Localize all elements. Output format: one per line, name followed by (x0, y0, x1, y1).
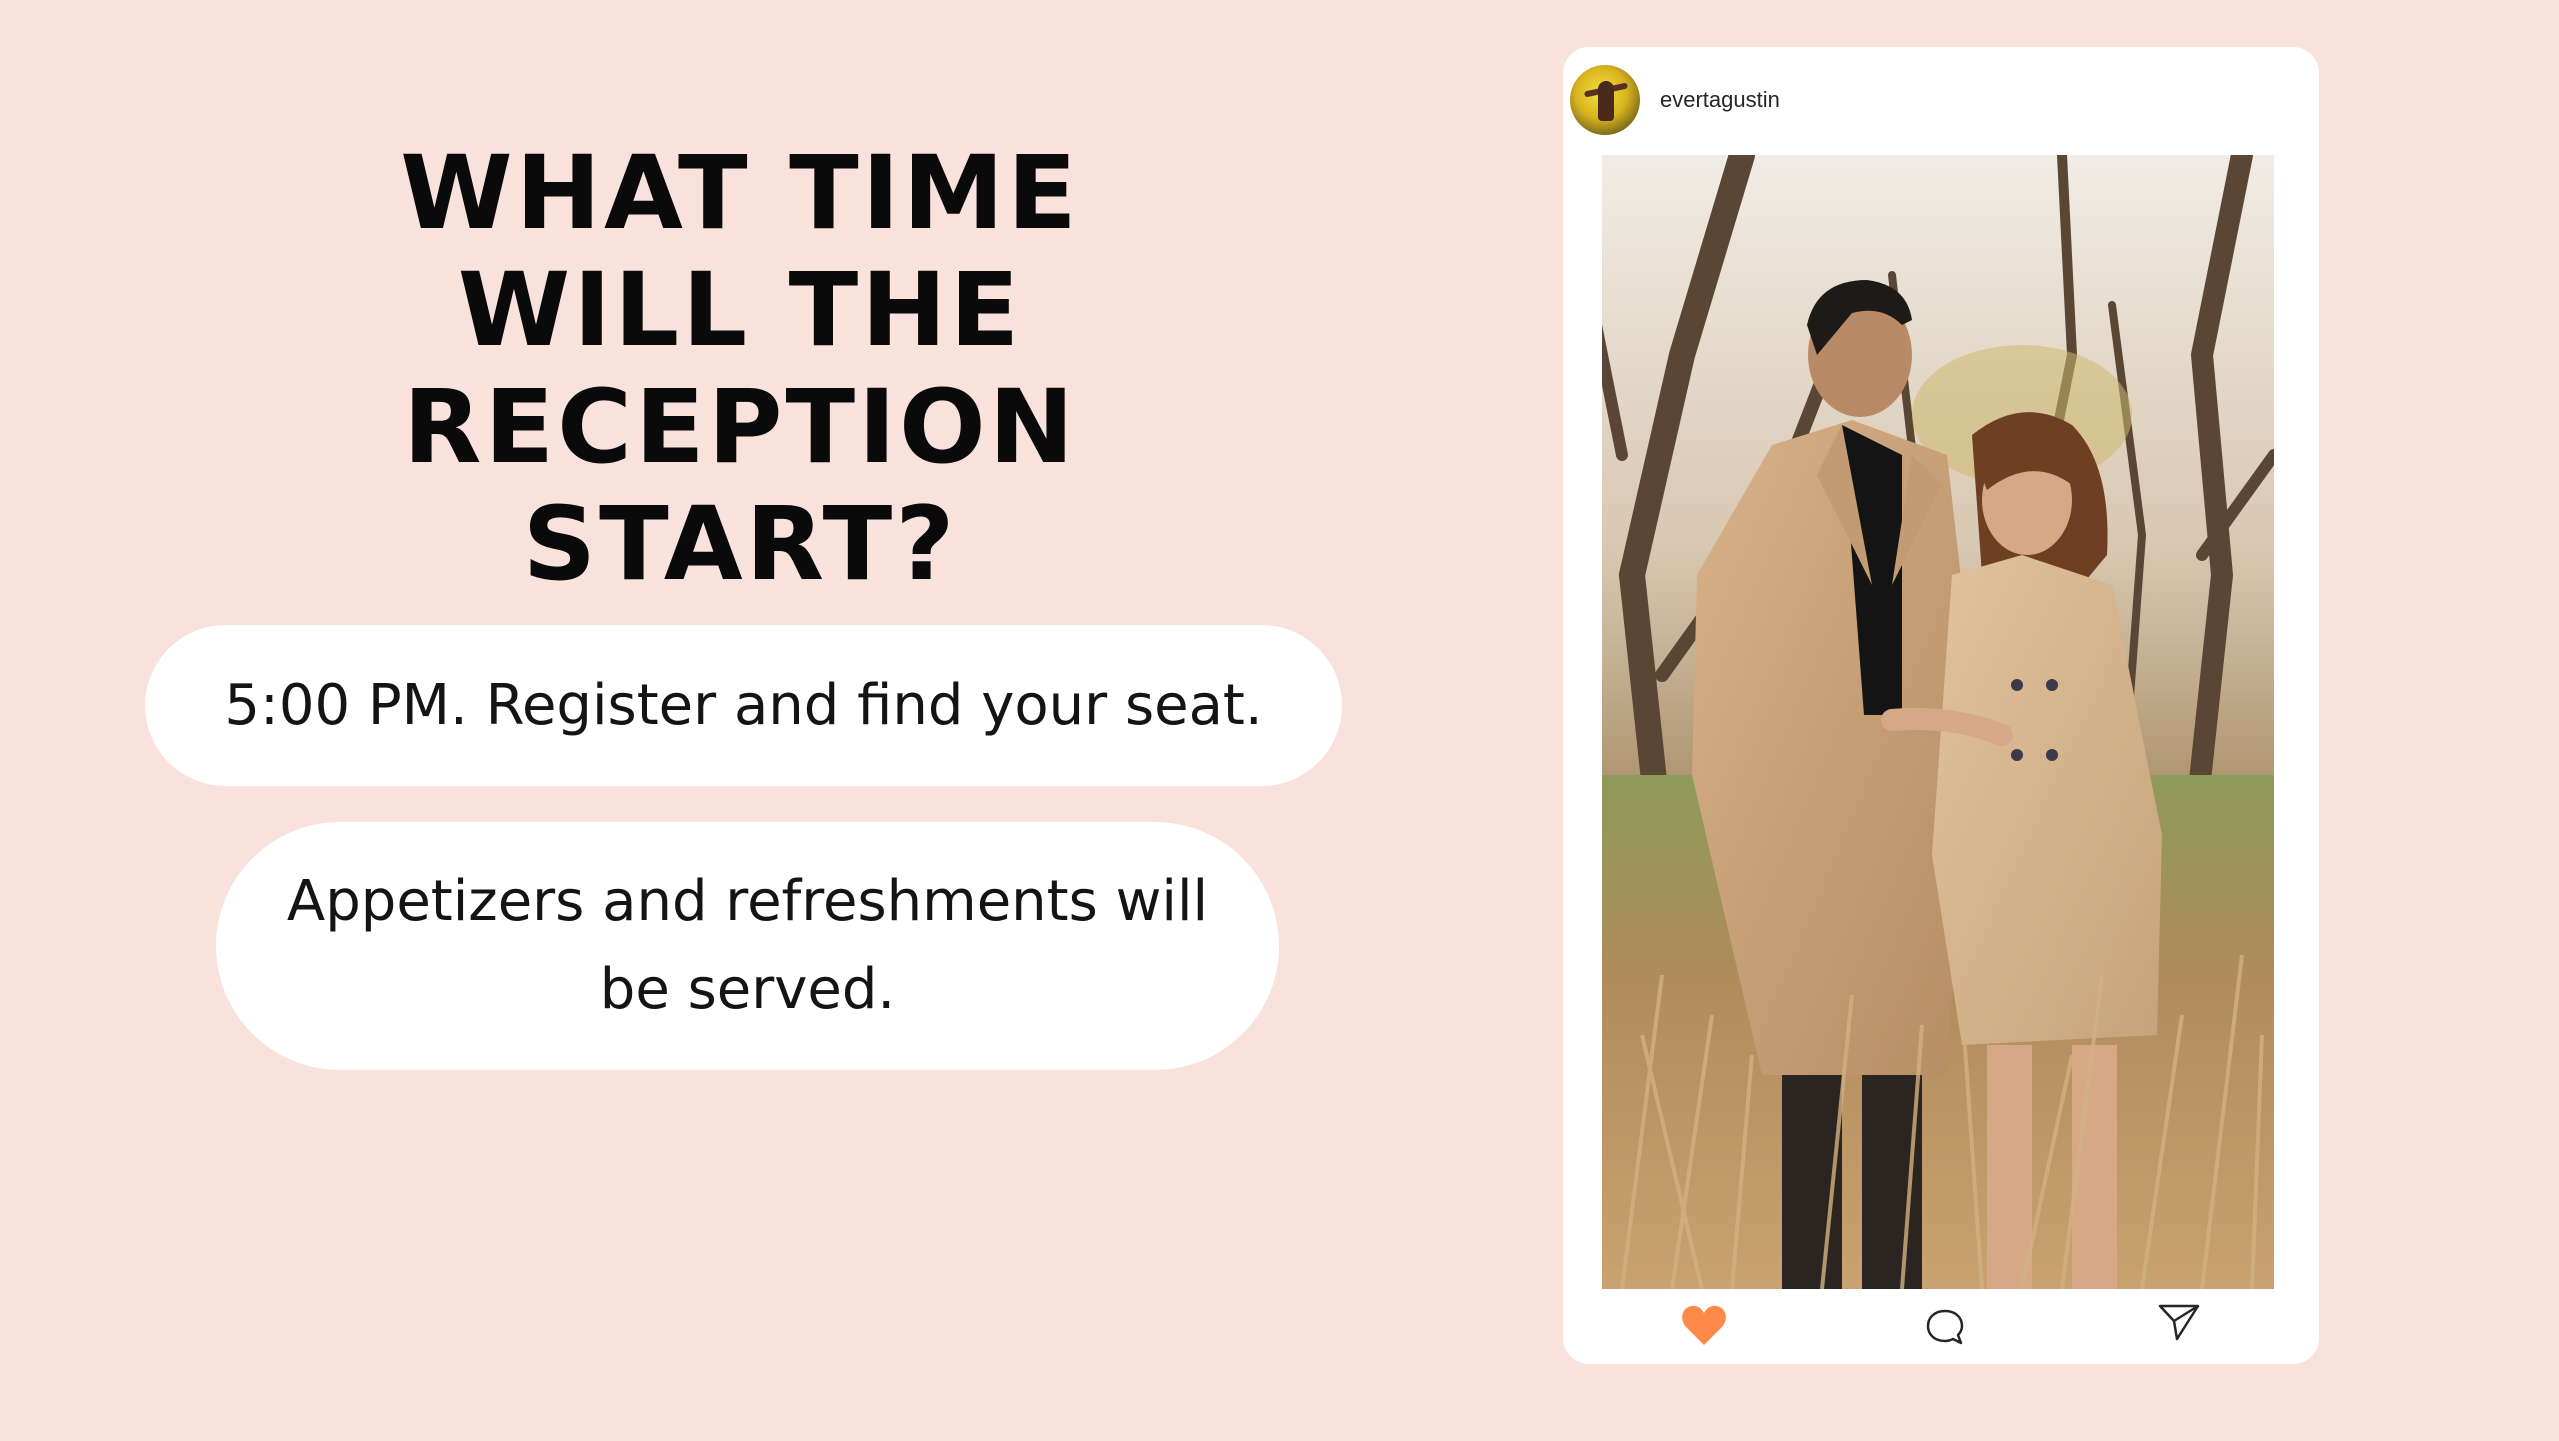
send-button[interactable] (2155, 1299, 2203, 1347)
info-pill-registration: 5:00 PM. Register and find your seat. (145, 625, 1342, 786)
headline-line-1: WHAT TIME (400, 134, 1080, 253)
post-username[interactable]: evertagustin (1660, 87, 1780, 113)
headline-line-2: WILL THE RECEPTION (402, 251, 1078, 487)
info-pill-refreshments: Appetizers and refreshments will be serv… (216, 822, 1279, 1070)
post-photo (1602, 155, 2274, 1289)
headline: WHAT TIME WILL THE RECEPTION START? (130, 135, 1350, 603)
like-button[interactable] (1680, 1303, 1728, 1351)
headline-line-3: START? (522, 485, 958, 604)
comment-icon (1926, 1309, 1964, 1345)
comment-button[interactable] (1921, 1303, 1969, 1351)
send-icon (2158, 1304, 2200, 1341)
couple-photo-illustration (1602, 155, 2274, 1289)
slide: WHAT TIME WILL THE RECEPTION START? 5:00… (0, 0, 2559, 1441)
info-pill-registration-text: 5:00 PM. Register and find your seat. (224, 672, 1263, 738)
avatar[interactable] (1570, 65, 1640, 135)
post-actions (1563, 1289, 2319, 1364)
heart-icon (1682, 1305, 1726, 1345)
info-pill-refreshments-text: Appetizers and refreshments will be serv… (286, 869, 1209, 1022)
social-post-card: evertagustin (1563, 47, 2319, 1364)
